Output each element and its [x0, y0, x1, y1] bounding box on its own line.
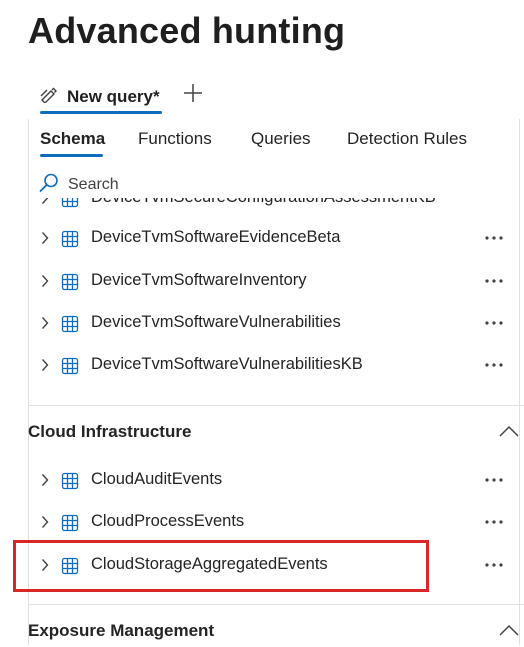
more-options-icon[interactable]	[484, 228, 504, 253]
chevron-right-icon[interactable]	[40, 473, 50, 492]
search-icon	[38, 172, 60, 199]
table-row[interactable]: DeviceTvmSecureConfigurationAssessmentKB	[28, 198, 524, 216]
page-title: Advanced hunting	[28, 10, 346, 51]
more-options-icon[interactable]	[484, 555, 504, 580]
more-options-icon[interactable]	[484, 470, 504, 495]
table-name: DeviceTvmSoftwareVulnerabilitiesKB	[91, 355, 363, 373]
edit-pencil-icon	[40, 87, 58, 108]
table-row[interactable]: DeviceTvmSoftwareVulnerabilities	[28, 307, 524, 341]
chevron-right-icon[interactable]	[40, 358, 50, 377]
tab-new-query[interactable]: New query*	[40, 80, 160, 114]
add-tab-button[interactable]	[180, 80, 206, 110]
tab-detection-rules[interactable]: Detection Rules	[347, 129, 467, 155]
chevron-right-icon[interactable]	[40, 316, 50, 335]
active-tab-indicator	[40, 111, 162, 114]
table-icon	[61, 198, 79, 213]
chevron-up-icon[interactable]	[498, 424, 520, 443]
query-tab-label: New query*	[67, 87, 160, 106]
table-row[interactable]: DeviceTvmSoftwareVulnerabilitiesKB	[28, 349, 524, 383]
table-icon	[61, 357, 79, 380]
section-divider	[28, 604, 524, 605]
table-name: CloudAuditEvents	[91, 470, 223, 488]
chevron-right-icon[interactable]	[40, 274, 50, 293]
plus-icon	[182, 82, 204, 109]
tab-schema[interactable]: Schema	[40, 129, 105, 155]
table-name: DeviceTvmSoftwareEvidenceBeta	[91, 228, 341, 246]
more-options-icon[interactable]	[484, 512, 504, 537]
table-icon	[61, 230, 79, 253]
tab-functions[interactable]: Functions	[138, 129, 212, 155]
chevron-right-icon[interactable]	[40, 231, 50, 250]
active-subtab-indicator	[40, 154, 103, 157]
section-title: Cloud Infrastructure	[28, 422, 192, 441]
table-icon	[61, 273, 79, 296]
table-name: CloudProcessEvents	[91, 512, 245, 530]
table-icon	[61, 315, 79, 338]
table-row[interactable]: DeviceTvmSoftwareInventory	[28, 265, 524, 299]
chevron-right-icon[interactable]	[40, 198, 50, 210]
section-exposure-management[interactable]: Exposure Management	[28, 617, 524, 647]
section-cloud-infrastructure[interactable]: Cloud Infrastructure	[28, 418, 524, 448]
section-divider	[28, 405, 524, 406]
schema-search[interactable]: Search	[38, 172, 119, 198]
section-title: Exposure Management	[28, 621, 215, 640]
more-options-icon[interactable]	[484, 355, 504, 380]
tab-queries[interactable]: Queries	[251, 129, 311, 155]
table-row[interactable]: CloudProcessEvents	[28, 506, 524, 540]
table-name: DeviceTvmSoftwareInventory	[91, 271, 307, 289]
search-label: Search	[68, 176, 119, 193]
more-options-icon[interactable]	[484, 313, 504, 338]
table-icon	[61, 514, 79, 537]
table-row[interactable]: CloudAuditEvents	[28, 464, 524, 498]
table-row[interactable]: DeviceTvmSoftwareEvidenceBeta	[28, 222, 524, 256]
chevron-right-icon[interactable]	[40, 515, 50, 534]
more-options-icon[interactable]	[484, 271, 504, 296]
table-icon	[61, 472, 79, 495]
table-name: DeviceTvmSoftwareVulnerabilities	[91, 313, 341, 331]
chevron-up-icon[interactable]	[498, 623, 520, 642]
highlight-annotation-box	[13, 540, 429, 592]
table-name: DeviceTvmSecureConfigurationAssessmentKB	[91, 198, 436, 207]
